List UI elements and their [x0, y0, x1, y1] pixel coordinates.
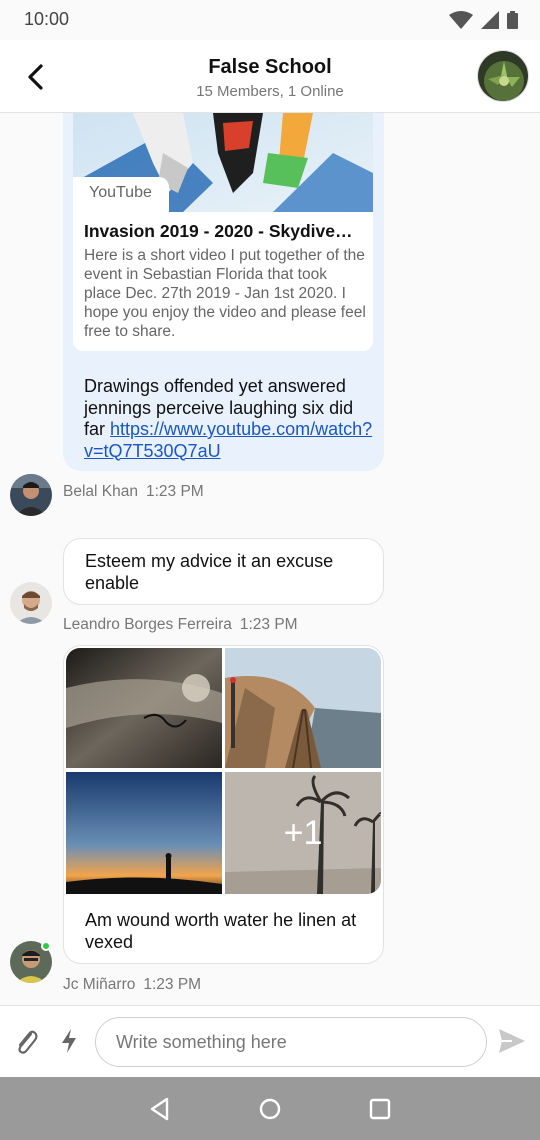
wifi-icon: [449, 11, 473, 29]
system-nav-bar: [0, 1077, 540, 1140]
nav-recents-icon[interactable]: [367, 1096, 393, 1122]
group-title[interactable]: False School: [0, 56, 540, 79]
chat-header: False School 15 Members, 1 Online: [0, 40, 540, 113]
image-thumbnail[interactable]: [66, 648, 222, 768]
message-meta: Jc Miñarro 1:23 PM: [63, 976, 201, 994]
image-thumbnail[interactable]: +1: [225, 772, 381, 894]
nav-home-icon[interactable]: [257, 1096, 283, 1122]
message-bubble[interactable]: +1 Am wound worth water he linen at vexe…: [63, 645, 384, 964]
battery-icon: [507, 11, 518, 29]
avatar[interactable]: [10, 582, 52, 624]
message-meta: Leandro Borges Ferreira 1:23 PM: [63, 616, 298, 634]
link-title[interactable]: Invasion 2019 - 2020 - Skydive…: [84, 221, 366, 242]
sender-name[interactable]: Leandro Borges Ferreira: [63, 616, 232, 633]
image-thumbnail[interactable]: [66, 772, 222, 894]
send-icon[interactable]: [498, 1028, 526, 1054]
message-input[interactable]: [95, 1017, 487, 1067]
online-indicator: [41, 941, 51, 951]
avatar[interactable]: [10, 474, 52, 516]
message-bubble[interactable]: YouTube Invasion 2019 - 2020 - Skydive… …: [63, 113, 384, 471]
link-source: YouTube: [89, 184, 152, 201]
message-link[interactable]: https://www.youtube.com/watch?v=tQ7T530Q…: [84, 419, 372, 461]
message-text: Esteem my advice it an excuse enable: [85, 551, 334, 593]
sender-name[interactable]: Belal Khan: [63, 483, 138, 500]
sender-name[interactable]: Jc Miñarro: [63, 976, 135, 993]
group-subtitle: 15 Members, 1 Online: [196, 83, 344, 100]
image-thumbnail[interactable]: [225, 648, 381, 768]
paperclip-icon[interactable]: [14, 1028, 40, 1056]
status-bar: 10:00: [0, 0, 540, 40]
more-images-count[interactable]: +1: [225, 772, 381, 894]
signal-icon: [481, 11, 499, 29]
message-composer: [0, 1005, 540, 1077]
status-time: 10:00: [24, 9, 70, 29]
message-meta: Belal Khan 1:23 PM: [63, 483, 204, 501]
message-time: 1:23 PM: [143, 976, 202, 993]
message-text: Drawings offended yet answered jennings …: [84, 376, 374, 462]
link-description: Here is a short video I put together of …: [84, 247, 366, 340]
nav-back-icon[interactable]: [147, 1096, 173, 1122]
group-avatar[interactable]: [477, 50, 529, 102]
message-time: 1:23 PM: [239, 616, 298, 633]
message-time: 1:23 PM: [145, 483, 204, 500]
lightning-icon[interactable]: [60, 1028, 78, 1054]
status-icons: [449, 11, 518, 29]
message-text: Am wound worth water he linen at vexed: [85, 910, 357, 952]
message-bubble[interactable]: Esteem my advice it an excuse enable: [63, 538, 384, 605]
link-preview-card[interactable]: YouTube Invasion 2019 - 2020 - Skydive… …: [73, 113, 373, 351]
